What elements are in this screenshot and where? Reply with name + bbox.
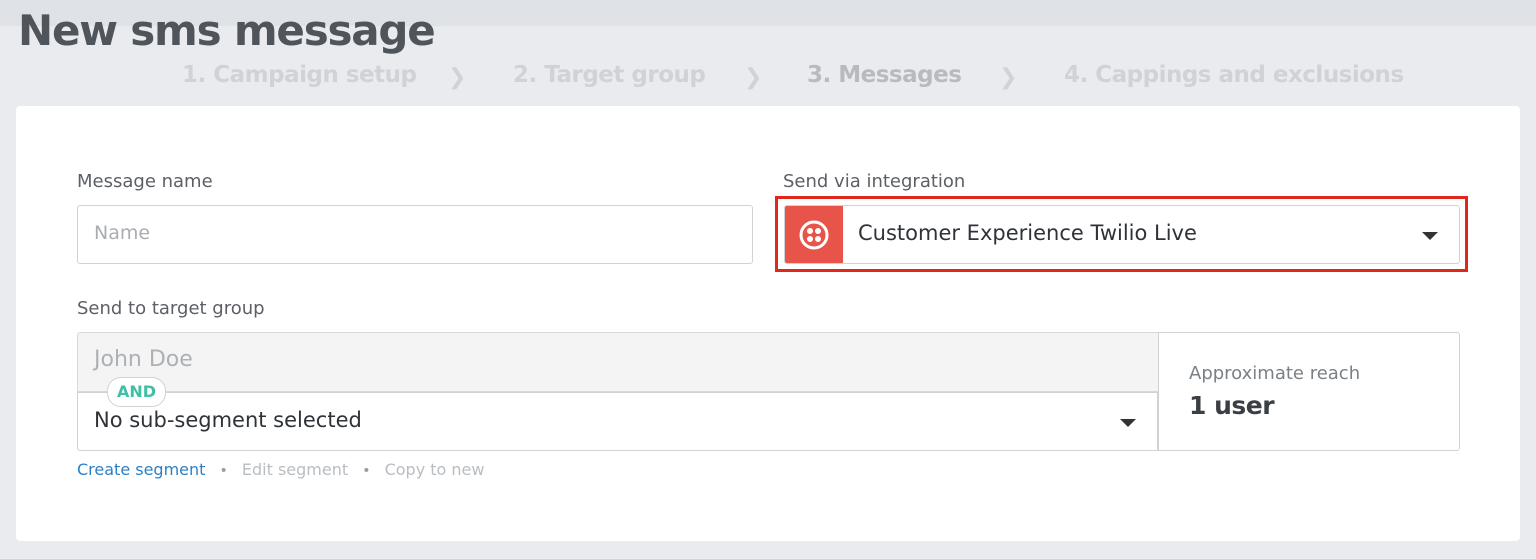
edit-segment-link[interactable]: Edit segment	[242, 460, 348, 479]
reach-label: Approximate reach	[1189, 363, 1361, 384]
separator-dot: •	[362, 463, 371, 479]
sub-segment-value: No sub-segment selected	[94, 408, 362, 432]
message-name-input[interactable]: Name	[77, 205, 753, 264]
approximate-reach-panel: Approximate reach 1 user	[1158, 332, 1460, 451]
twilio-logo-box	[785, 206, 843, 263]
segment-value: John Doe	[94, 347, 193, 372]
step-messages[interactable]: 3. Messages	[807, 62, 962, 88]
chevron-down-icon	[1422, 232, 1438, 240]
sub-segment-select[interactable]: No sub-segment selected	[77, 392, 1158, 451]
reach-value: 1 user	[1189, 391, 1275, 420]
integration-label: Send via integration	[783, 171, 966, 192]
message-form-card: Message name Name Send via integration C…	[16, 106, 1520, 541]
copy-to-new-link[interactable]: Copy to new	[385, 460, 485, 479]
integration-selected-value: Customer Experience Twilio Live	[858, 221, 1197, 245]
step-target-group[interactable]: 2. Target group	[513, 62, 706, 88]
segment-input[interactable]: John Doe	[77, 332, 1158, 392]
chevron-right-icon: ❯	[448, 65, 467, 90]
message-name-placeholder: Name	[94, 222, 151, 244]
integration-select[interactable]: Customer Experience Twilio Live	[784, 205, 1460, 264]
wizard-steps: 1. Campaign setup ❯ 2. Target group ❯ 3.…	[0, 60, 1536, 96]
chevron-down-icon	[1120, 419, 1136, 427]
chevron-right-icon: ❯	[744, 65, 763, 90]
create-segment-link[interactable]: Create segment	[77, 460, 205, 479]
separator-dot: •	[219, 463, 228, 479]
twilio-icon	[799, 220, 829, 250]
chevron-right-icon: ❯	[999, 65, 1018, 90]
page-title: New sms message	[18, 6, 436, 55]
step-cappings-exclusions[interactable]: 4. Cappings and exclusions	[1064, 62, 1404, 88]
and-operator-badge: AND	[107, 377, 167, 407]
target-group-label: Send to target group	[77, 298, 265, 319]
message-name-label: Message name	[77, 171, 213, 192]
segment-links: Create segment • Edit segment • Copy to …	[77, 460, 484, 479]
step-campaign-setup[interactable]: 1. Campaign setup	[182, 62, 417, 88]
